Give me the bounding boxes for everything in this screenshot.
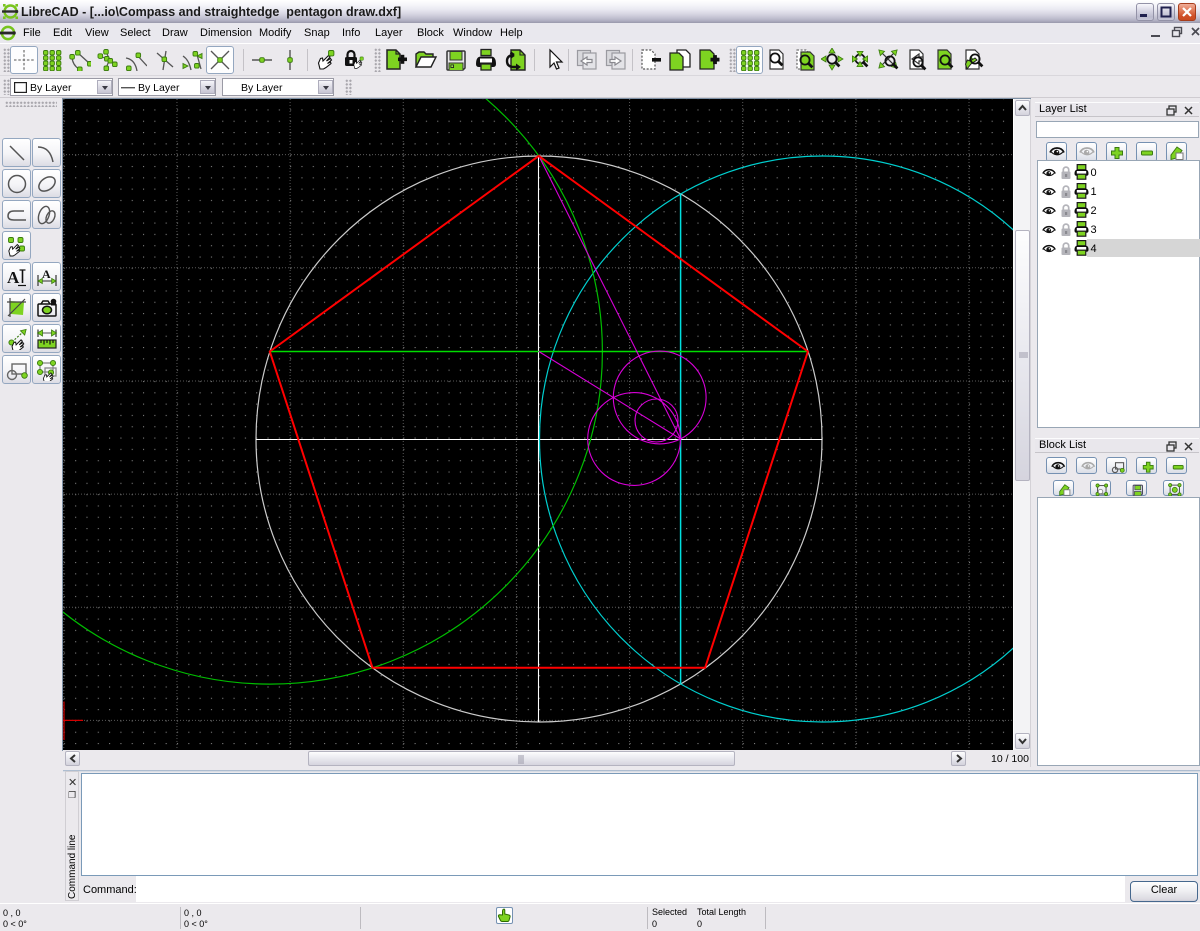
svg-text:A: A (42, 267, 51, 281)
svg-text:A: A (7, 268, 20, 287)
